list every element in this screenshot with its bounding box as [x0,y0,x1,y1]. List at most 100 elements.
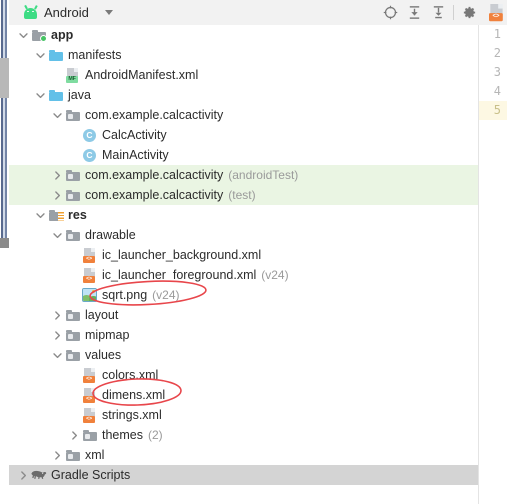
tree-row-label: AndroidManifest.xml [85,68,199,82]
chevron-down-icon[interactable] [51,345,64,365]
tree-row-androidmanifest-xml[interactable]: MF AndroidManifest.xml [9,65,478,85]
tree-row-label: themes [102,428,143,442]
project-view-selector[interactable]: Android [9,5,113,20]
chevron-down-icon[interactable] [34,205,47,225]
chevron-down-icon[interactable] [104,10,113,15]
chevron-right-icon[interactable] [51,165,64,185]
strip-marker [0,238,9,248]
xml-file-icon: <> [81,385,98,405]
tree-row-mainactivity[interactable]: C MainActivity [9,145,478,165]
tree-row-xml[interactable]: xml [9,445,478,465]
tree-row-java[interactable]: java [9,85,478,105]
chevron-right-icon[interactable] [51,325,64,345]
res-folder-icon [47,205,64,225]
package-folder-icon [64,345,81,365]
tree-twisty-placeholder [68,285,81,305]
chevron-right-icon[interactable] [51,305,64,325]
tree-row-app[interactable]: app [9,25,478,45]
xml-file-icon: <> [81,365,98,385]
java-class-icon: C [81,145,98,165]
package-folder-icon [64,105,81,125]
tree-row-dimens-xml[interactable]: <> dimens.xml [9,385,478,405]
tree-row-mipmap[interactable]: mipmap [9,325,478,345]
expand-all-icon[interactable] [402,1,426,25]
tree-row-label: MainActivity [102,148,169,162]
tree-row-com-example-calcactivity[interactable]: com.example.calcactivity (androidTest) [9,165,478,185]
settings-gear-icon[interactable] [457,1,481,25]
tree-row-label: com.example.calcactivity [85,188,224,202]
tree-row-res[interactable]: res [9,205,478,225]
tree-row-com-example-calcactivity[interactable]: com.example.calcactivity [9,105,478,125]
tree-row-label: Gradle Scripts [51,468,131,482]
tree-row-suffix: (test) [228,188,256,202]
chevron-right-icon[interactable] [68,425,81,445]
tree-row-strings-xml[interactable]: <> strings.xml [9,405,478,425]
tree-row-label: xml [85,448,105,462]
line-number: 3 [493,65,501,79]
tree-row-label: com.example.calcactivity [85,168,224,182]
chevron-right-icon[interactable] [51,445,64,465]
chevron-down-icon[interactable] [34,45,47,65]
tree-row-calcactivity[interactable]: C CalcActivity [9,125,478,145]
tree-row-themes[interactable]: themes (2) [9,425,478,445]
tree-row-colors-xml[interactable]: <> colors.xml [9,365,478,385]
tree-row-layout[interactable]: layout [9,305,478,325]
tree-row-ic-launcher-foreground-xml[interactable]: <> ic_launcher_foreground.xml (v24) [9,265,478,285]
tree-row-suffix: (v24) [152,288,180,302]
tree-row-sqrt-png[interactable]: sqrt.png (v24) [9,285,478,305]
png-image-icon [81,285,98,305]
tree-row-gradle-scripts[interactable]: Gradle Scripts [9,465,478,485]
tree-row-label: strings.xml [102,408,162,422]
tree-twisty-placeholder [68,405,81,425]
package-folder-icon [64,305,81,325]
tree-row-manifests[interactable]: manifests [9,45,478,65]
package-folder-icon [64,325,81,345]
strip-segment-top [0,0,9,58]
chevron-down-icon[interactable] [51,225,64,245]
tree-row-values[interactable]: values [9,345,478,365]
tree-row-suffix: (2) [148,428,163,442]
tree-row-label: values [85,348,122,362]
collapse-all-icon[interactable] [426,1,450,25]
select-opened-file-icon[interactable] [378,1,402,25]
strip-scrollbar-thumb[interactable] [0,58,9,98]
tree-row-label: sqrt.png [102,288,148,302]
chevron-right-icon[interactable] [17,465,30,485]
chevron-down-icon[interactable] [17,25,30,45]
tree-twisty-placeholder [68,365,81,385]
line-number: 2 [493,46,501,60]
project-tree[interactable]: app manifests MF AndroidManifest.xml java com… [9,25,478,504]
line-number: 1 [493,27,501,41]
tree-row-label: com.example.calcactivity [85,108,224,122]
toolbar-actions [378,1,507,25]
chevron-right-icon[interactable] [51,185,64,205]
chevron-down-icon[interactable] [51,105,64,125]
line-number: 4 [493,84,501,98]
tree-row-drawable[interactable]: drawable [9,225,478,245]
adjacent-tool-window-strip [0,0,9,504]
project-view-label: Android [44,5,89,20]
tree-twisty-placeholder [68,145,81,165]
tree-row-com-example-calcactivity[interactable]: com.example.calcactivity (test) [9,185,478,205]
tree-row-ic-launcher-background-xml[interactable]: <> ic_launcher_background.xml [9,245,478,265]
tree-row-label: colors.xml [102,368,159,382]
package-folder-icon [64,185,81,205]
tree-row-label: mipmap [85,328,130,342]
chevron-down-icon[interactable] [34,85,47,105]
tree-row-label: ic_launcher_background.xml [102,248,262,262]
tree-twisty-placeholder [51,65,64,85]
